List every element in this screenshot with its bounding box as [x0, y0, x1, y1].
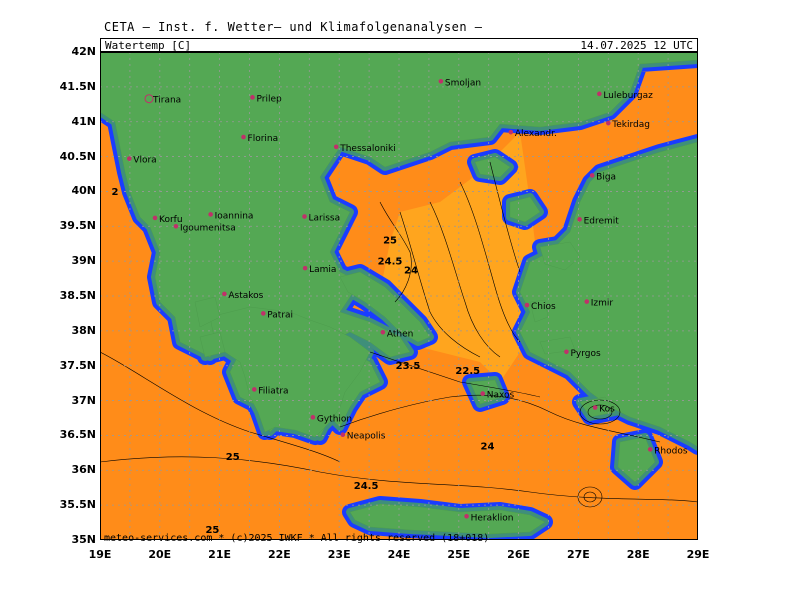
- longitude-tick-label: 25E: [447, 548, 471, 561]
- latitude-tick-label: 37N: [71, 393, 96, 407]
- latitude-tick-label: 40N: [71, 184, 96, 198]
- latitude-tick-label: 36.5N: [59, 428, 96, 442]
- latitude-tick-label: 39.5N: [59, 219, 96, 233]
- longitude-tick-label: 27E: [566, 548, 590, 561]
- latitude-tick-label: 38.5N: [59, 289, 96, 302]
- longitude-tick-label: 26E: [507, 548, 530, 561]
- latitude-tick-label: 42N: [71, 45, 96, 58]
- longitude-tick-label: 22E: [267, 548, 291, 561]
- longitude-tick-label: 23E: [327, 548, 351, 561]
- valid-time-label: 14.07.2025 12 UTC: [580, 39, 693, 52]
- longitude-tick-label: 21E: [208, 548, 231, 561]
- latitude-tick-label: 35N: [71, 533, 96, 546]
- credit-text: meteo-services.com * (c)2025 IWKF * All …: [104, 533, 490, 544]
- latitude-tick-label: 36N: [71, 463, 96, 477]
- latitude-tick-label: 41N: [71, 114, 96, 128]
- latitude-tick-label: 35.5N: [59, 498, 96, 512]
- longitude-tick-label: 20E: [148, 548, 172, 561]
- longitude-tick-label: 24E: [387, 548, 411, 561]
- latitude-tick-label: 40.5N: [59, 149, 96, 163]
- longitude-tick-label: 29E: [686, 548, 710, 561]
- latitude-tick-label: 37.5N: [59, 358, 96, 372]
- latitude-tick-label: 41.5N: [59, 79, 96, 93]
- longitude-tick-label: 19E: [88, 548, 112, 561]
- header-title: CETA — Inst. f. Wetter— und Klimafolgena…: [104, 20, 483, 34]
- map-info-bar: Watertemp [C] 14.07.2025 12 UTC: [100, 38, 698, 52]
- longitude-tick-label: 28E: [626, 548, 650, 561]
- latitude-tick-label: 39N: [71, 254, 96, 268]
- parameter-label: Watertemp [C]: [105, 39, 192, 52]
- map-frame: [100, 52, 698, 540]
- latitude-tick-label: 38N: [71, 323, 96, 337]
